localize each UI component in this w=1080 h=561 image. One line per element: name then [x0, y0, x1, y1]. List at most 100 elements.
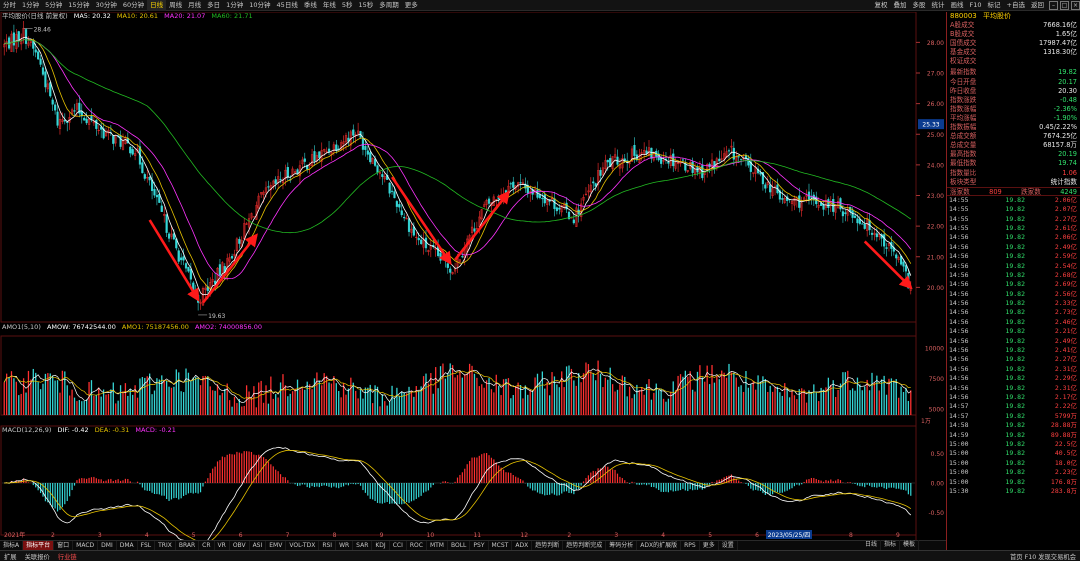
- indicator-tab[interactable]: VR: [215, 541, 230, 550]
- candle-body: [131, 149, 134, 155]
- template-tab[interactable]: 日线: [862, 540, 882, 550]
- indicator-tab[interactable]: 设置: [719, 541, 738, 550]
- indicator-tab[interactable]: VOL-TDX: [286, 541, 320, 550]
- stat-label: 基金成交: [950, 48, 977, 57]
- indicator-tab[interactable]: 筹码分析: [606, 541, 638, 550]
- indicator-tab[interactable]: CR: [199, 541, 215, 550]
- indicator-tab[interactable]: RSI: [319, 541, 337, 550]
- toolbar-button[interactable]: 统计: [929, 0, 948, 11]
- indicator-tab[interactable]: 窗口: [54, 541, 74, 550]
- kline-chart[interactable]: 28.00 27.00 26.00 25.00 24.00 23.00 22.00 21.00…: [0, 12, 946, 540]
- tick-volume: 2.31亿: [1054, 383, 1077, 392]
- status-item[interactable]: 扩展: [0, 552, 21, 561]
- template-tab[interactable]: 模板: [900, 540, 920, 550]
- tick-row: 15:00 19.82 176.8万: [947, 478, 1080, 487]
- period-tab[interactable]: 30分钟: [93, 0, 120, 11]
- period-tab[interactable]: 1分钟: [223, 0, 246, 11]
- indicator-tab[interactable]: ADX: [512, 541, 533, 550]
- tick-price: 19.82: [1005, 439, 1025, 448]
- tick-time: 14:56: [949, 299, 969, 308]
- period-tab[interactable]: 周线: [166, 0, 185, 11]
- candle-body: [187, 266, 190, 272]
- toolbar-button[interactable]: +自选: [1004, 0, 1028, 11]
- template-tab[interactable]: 指标: [881, 540, 901, 550]
- tick-time: 14:56: [949, 242, 969, 251]
- period-tab[interactable]: 年线: [320, 0, 339, 11]
- indicator-tab[interactable]: DMA: [117, 541, 138, 550]
- indicator-tab[interactable]: PSY: [470, 541, 489, 550]
- tick-volume: 18.0亿: [1054, 458, 1077, 467]
- status-item[interactable]: 关联报价: [21, 552, 54, 561]
- candle-body: [238, 238, 241, 244]
- period-tab[interactable]: 45日线: [274, 0, 301, 11]
- tick-row: 14:56 19.82 2.46亿: [947, 318, 1080, 327]
- toolbar-button[interactable]: 标记: [985, 0, 1004, 11]
- indicator-tab[interactable]: 指标平台: [23, 541, 55, 550]
- minimize-icon[interactable]: –: [1049, 0, 1058, 10]
- period-tab[interactable]: 日线: [147, 0, 167, 11]
- month-label: 3: [614, 532, 618, 539]
- tick-time: 14:56: [949, 383, 969, 392]
- indicator-tab[interactable]: 更多: [700, 541, 719, 550]
- tick-row: 14:57 19.82 5799万: [947, 412, 1080, 421]
- indicator-tab[interactable]: EMV: [266, 541, 287, 550]
- period-tab[interactable]: 更多: [402, 0, 421, 11]
- indicator-tab[interactable]: CCI: [390, 541, 407, 550]
- indicator-tab[interactable]: ADX的扩展版: [637, 541, 682, 550]
- toolbar-button[interactable]: 叠加: [891, 0, 910, 11]
- period-tab[interactable]: 月线: [185, 0, 204, 11]
- candle-body: [856, 218, 859, 224]
- indicator-tab[interactable]: MTM: [427, 541, 448, 550]
- toolbar-button[interactable]: 复权: [872, 0, 891, 11]
- period-tab[interactable]: 季线: [301, 0, 320, 11]
- indicator-tab[interactable]: 趋势判断: [532, 541, 564, 550]
- period-tab[interactable]: 10分钟: [246, 0, 273, 11]
- panel-frame: [0, 12, 917, 323]
- close-icon[interactable]: ×: [1071, 0, 1080, 10]
- indicator-tab[interactable]: ASI: [250, 541, 267, 550]
- indicator-tab[interactable]: WR: [336, 541, 354, 550]
- period-tab[interactable]: 15秒: [355, 0, 376, 11]
- stat-value: 17987.47亿: [1038, 39, 1077, 48]
- period-tab[interactable]: 多周期: [376, 0, 402, 11]
- indicator-tab[interactable]: 指标A: [0, 541, 24, 550]
- period-tab[interactable]: 15分钟: [65, 0, 92, 11]
- indicator-tab[interactable]: KDJ: [372, 541, 390, 550]
- candle-body: [184, 263, 188, 269]
- indicator-tab[interactable]: TRIX: [155, 541, 176, 550]
- candle-body: [41, 67, 45, 75]
- maximize-icon[interactable]: □: [1060, 0, 1069, 10]
- toolbar-button[interactable]: 多股: [910, 0, 929, 11]
- indicator-tab[interactable]: ROC: [407, 541, 427, 550]
- indicator-tab[interactable]: BRAR: [176, 541, 200, 550]
- period-tab[interactable]: 多日: [204, 0, 223, 11]
- indicator-tab[interactable]: FSL: [138, 541, 156, 550]
- period-tab[interactable]: 1分钟: [19, 0, 42, 11]
- tick-volume: 2.54亿: [1054, 261, 1077, 270]
- tick-volume: 2.69亿: [1054, 280, 1077, 289]
- period-tab[interactable]: 60分钟: [120, 0, 147, 11]
- period-tab[interactable]: 5秒: [339, 0, 356, 11]
- indicator-tab[interactable]: RPS: [681, 541, 700, 550]
- month-label: 6: [755, 532, 759, 539]
- candle-body: [85, 118, 88, 124]
- indicator-tab[interactable]: BOLL: [448, 541, 471, 550]
- toolbar-button[interactable]: F10: [967, 0, 985, 11]
- price-tick-label: 27.00: [927, 71, 944, 78]
- status-item[interactable]: 行业链: [54, 552, 81, 561]
- period-tab[interactable]: 分时: [0, 0, 19, 11]
- indicator-tab[interactable]: OBV: [230, 541, 250, 550]
- toolbar-button[interactable]: 返回: [1028, 0, 1047, 11]
- indicator-tab[interactable]: MACD: [73, 541, 99, 550]
- toolbar-button[interactable]: 画线: [948, 0, 967, 11]
- indicator-tab[interactable]: MCST: [489, 541, 513, 550]
- candle-body: [769, 184, 772, 193]
- tick-price: 19.82: [1005, 392, 1025, 401]
- tick-volume: 2.06亿: [1054, 195, 1077, 204]
- indicator-tab[interactable]: 趋势判断完成: [563, 541, 607, 550]
- period-tab[interactable]: 5分钟: [42, 0, 65, 11]
- indicator-tab[interactable]: SAR: [353, 541, 373, 550]
- tick-list[interactable]: 14:55 19.82 2.06亿 14:55 19.82 2.07亿 14:55 19.82…: [947, 196, 1080, 497]
- indicator-tab[interactable]: DMI: [98, 541, 117, 550]
- tick-price: 19.82: [1005, 430, 1025, 439]
